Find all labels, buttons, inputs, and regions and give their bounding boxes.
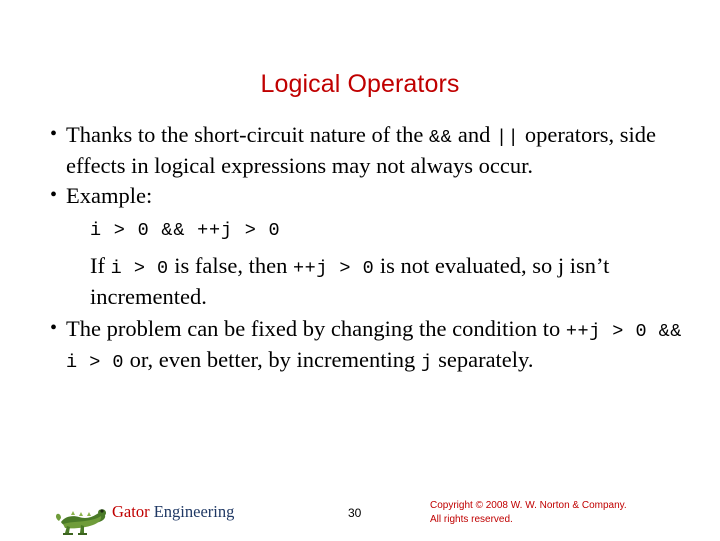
footer-brand: Gator Engineering bbox=[112, 502, 234, 522]
bullet-marker: • bbox=[50, 316, 58, 339]
bullet-text-2: Example: bbox=[66, 182, 153, 208]
copyright-notice: Copyright © 2008 W. W. Norton & Company.… bbox=[430, 499, 710, 526]
bullet-marker: • bbox=[50, 183, 58, 206]
list-item: • Example: bbox=[40, 181, 688, 211]
slide-number: 30 bbox=[348, 506, 362, 520]
copyright-line-2: All rights reserved. bbox=[430, 513, 513, 525]
slide: Logical Operators • Thanks to the short-… bbox=[0, 0, 720, 540]
page-title: Logical Operators bbox=[260, 70, 460, 98]
list-item: • The problem can be fixed by changing t… bbox=[40, 314, 688, 375]
bullet-text-3: The problem can be fixed by changing the… bbox=[66, 315, 682, 373]
footer-brand-gator: Gator bbox=[112, 502, 150, 521]
list-item: • Thanks to the short-circuit nature of … bbox=[40, 120, 688, 181]
bullet-marker: • bbox=[50, 123, 58, 145]
slide-footer: Gator Engineering 30 Copyright © 2008 W.… bbox=[0, 484, 720, 540]
copyright-line-1: Copyright © 2008 W. W. Norton & Company. bbox=[430, 500, 627, 511]
footer-brand-engineering: Engineering bbox=[149, 502, 235, 521]
slide-body: • Thanks to the short-circuit nature of … bbox=[40, 120, 688, 375]
bullet-text-1: Thanks to the short-circuit nature of th… bbox=[66, 122, 657, 178]
explanation-text: If i > 0 is false, then ++j > 0 is not e… bbox=[90, 253, 610, 310]
code-sample: i > 0 && ++j > 0 bbox=[90, 220, 281, 242]
gator-logo-icon bbox=[55, 488, 107, 536]
